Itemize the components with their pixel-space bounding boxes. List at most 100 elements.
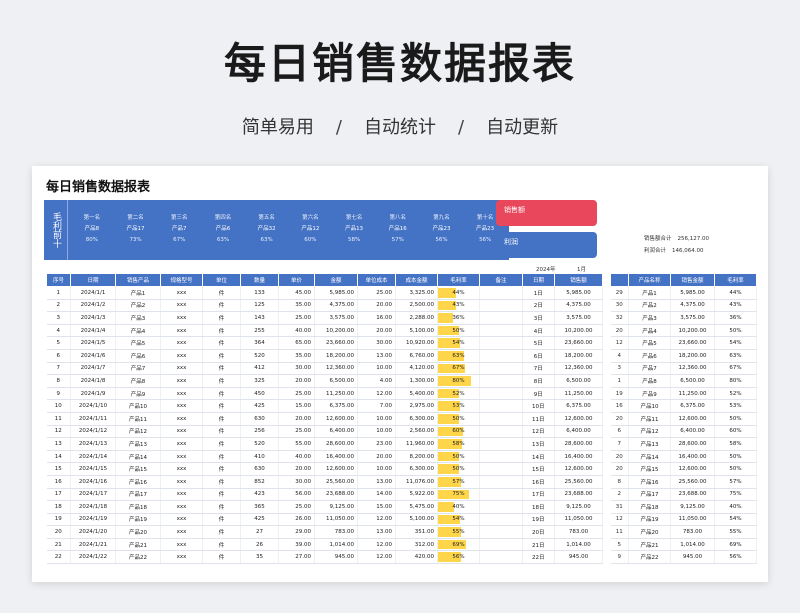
- table-row[interactable]: 16 产品10 6,375.00 53%: [610, 399, 757, 413]
- table-row[interactable]: 22 2024/1/22 产品22 xxx 件 35 27.00 945.00 12.00 420…: [46, 550, 523, 565]
- table-row[interactable]: 3 产品7 12,360.00 67%: [610, 362, 757, 376]
- table-row[interactable]: 6 2024/1/6 产品6 xxx 件 520 35.00 18,200.00 13.00 6,…: [46, 349, 523, 363]
- table-cell: 450: [240, 387, 279, 401]
- table-row[interactable]: 20 产品14 16,400.00 50%: [610, 450, 757, 464]
- table-row[interactable]: 11 2024/1/11 产品11 xxx 件 630 20.00 12,600.00 10.0…: [46, 412, 523, 426]
- table-cell: 6,375.00: [314, 399, 358, 413]
- table-row[interactable]: 12 产品5 23,660.00 54%: [610, 336, 757, 350]
- table-row[interactable]: 10 2024/1/10 产品10 xxx 件 425 15.00 6,375.00 7.00 2…: [46, 399, 523, 413]
- table-row[interactable]: 4 产品6 18,200.00 63%: [610, 349, 757, 363]
- table-cell: 25,560.00: [670, 475, 715, 489]
- table-row[interactable]: 20 产品15 12,600.00 50%: [610, 462, 757, 476]
- rank-product: 产品32: [257, 226, 276, 232]
- table-row[interactable]: 8 产品16 25,560.00 57%: [610, 475, 757, 489]
- table-row[interactable]: 14 2024/1/14 产品14 xxx 件 410 40.00 16,400.00 20.0…: [46, 450, 523, 464]
- table-cell: 4: [46, 324, 71, 338]
- table-row[interactable]: 16 2024/1/16 产品16 xxx 件 852 30.00 25,560.00 13.0…: [46, 475, 523, 489]
- table-cell: 23,688.00: [670, 488, 715, 502]
- table-cell: 20.00: [278, 412, 315, 426]
- margin-value: 54%: [452, 340, 465, 347]
- table-row[interactable]: 9 产品22 945.00 56%: [610, 550, 757, 565]
- table-row[interactable]: 1 2024/1/1 产品1 xxx 件 133 45.00 5,985.00 25.00 3,3…: [46, 286, 523, 300]
- table-row[interactable]: 15日 12,600.00: [522, 462, 603, 476]
- table-cell: xxx: [160, 349, 203, 363]
- margin-value: 54%: [452, 516, 465, 523]
- table-row[interactable]: 5 产品21 1,014.00 69%: [610, 538, 757, 552]
- table-row[interactable]: 6日 18,200.00: [522, 349, 603, 363]
- table-row[interactable]: 3 2024/1/3 产品3 xxx 件 143 25.00 3,575.00 16.00 2,2…: [46, 311, 523, 325]
- table-row[interactable]: 2日 4,375.00: [522, 299, 603, 313]
- table-row[interactable]: 8 2024/1/8 产品8 xxx 件 325 20.00 6,500.00 4.00 1,30…: [46, 374, 523, 388]
- table-cell: xxx: [160, 374, 203, 388]
- table-row[interactable]: 11 产品20 783.00 55%: [610, 525, 757, 539]
- table-row[interactable]: 13 2024/1/13 产品13 xxx 件 520 55.00 28,600.00 23.0…: [46, 437, 523, 451]
- table-row[interactable]: 12日 6,400.00: [522, 425, 603, 439]
- table-row[interactable]: 19 2024/1/19 产品19 xxx 件 425 26.00 11,050.00 12.0…: [46, 513, 523, 527]
- table-cell: 4,120.00: [395, 362, 438, 376]
- sales-card[interactable]: 销售额: [496, 200, 597, 226]
- rank-rate: 60%: [304, 237, 317, 243]
- table-row[interactable]: 19日 11,050.00: [522, 513, 603, 527]
- table-row[interactable]: 16日 25,560.00: [522, 475, 603, 489]
- table-row[interactable]: 22日 945.00: [522, 550, 603, 565]
- table-row[interactable]: 7 2024/1/7 产品7 xxx 件 412 30.00 12,360.00 10.00 4,…: [46, 362, 523, 376]
- table-row[interactable]: 9 2024/1/9 产品9 xxx 件 450 25.00 11,250.00 12.00 5,…: [46, 387, 523, 401]
- table-row[interactable]: 15 2024/1/15 产品15 xxx 件 630 20.00 12,600.00 10.0…: [46, 462, 523, 476]
- table-row[interactable]: 20 产品11 12,600.00 50%: [610, 412, 757, 426]
- table-row[interactable]: 1 产品8 6,500.00 80%: [610, 374, 757, 388]
- page-title: 每日销售数据报表: [223, 39, 576, 88]
- table-row[interactable]: 7日 12,360.00: [522, 362, 603, 376]
- table-row[interactable]: 11日 12,600.00: [522, 412, 603, 426]
- table-row[interactable]: 20 产品4 10,200.00 50%: [610, 324, 757, 338]
- table-row[interactable]: 1日 5,985.00: [522, 286, 603, 300]
- table-row[interactable]: 30 产品2 4,375.00 43%: [610, 299, 757, 313]
- table-cell: 133: [240, 286, 279, 300]
- table-row[interactable]: 2 2024/1/2 产品2 xxx 件 125 35.00 4,375.00 20.00 2,5…: [46, 299, 523, 313]
- table-row[interactable]: 17日 23,688.00: [522, 488, 603, 502]
- margin-value: 57%: [452, 478, 465, 485]
- table-row[interactable]: 14日 16,400.00: [522, 450, 603, 464]
- table-cell: 11,960.00: [395, 437, 438, 451]
- table-cell: 256: [240, 425, 279, 439]
- table-row[interactable]: 17 2024/1/17 产品17 xxx 件 423 56.00 23,688.00 14.0…: [46, 488, 523, 502]
- table-cell: 产品4: [115, 324, 161, 338]
- table-cell: 75%: [714, 488, 757, 502]
- table-cell: 26: [240, 538, 279, 552]
- table-row[interactable]: 20 2024/1/20 产品20 xxx 件 27 29.00 783.00 13.00 351…: [46, 525, 523, 539]
- table-row[interactable]: 12 2024/1/12 产品12 xxx 件 256 25.00 6,400.00 10.00…: [46, 425, 523, 439]
- table-row[interactable]: 29 产品1 5,985.00 44%: [610, 286, 757, 300]
- table-row[interactable]: 21日 1,014.00: [522, 538, 603, 552]
- table-row[interactable]: 5 2024/1/5 产品5 xxx 件 364 65.00 23,660.00 30.00 10…: [46, 336, 523, 350]
- rank-label: 第五名: [258, 215, 275, 221]
- table-row[interactable]: 31 产品18 9,125.00 40%: [610, 500, 757, 514]
- rank-product: 产品8: [84, 226, 100, 232]
- table-row[interactable]: 7 产品13 28,600.00 58%: [610, 437, 757, 451]
- table-cell: 件: [202, 362, 241, 376]
- table-cell: 2024/1/9: [70, 387, 116, 401]
- table-row[interactable]: 2 产品17 23,688.00 75%: [610, 488, 757, 502]
- table-cell: 50%: [714, 412, 757, 426]
- profit-card[interactable]: 利润: [496, 232, 597, 258]
- table-row[interactable]: 20日 783.00: [522, 525, 603, 539]
- table-row[interactable]: 4日 10,200.00: [522, 324, 603, 338]
- table-row[interactable]: 13日 28,600.00: [522, 437, 603, 451]
- totals-summary: 销售额合计 256,127.00 利润合计 146,064.00: [644, 233, 709, 257]
- table-row[interactable]: 18 2024/1/18 产品18 xxx 件 365 25.00 9,125.00 15.00…: [46, 500, 523, 514]
- table-row[interactable]: 9日 11,250.00: [522, 387, 603, 401]
- table-row[interactable]: 18日 9,125.00: [522, 500, 603, 514]
- table-row[interactable]: 6 产品12 6,400.00 60%: [610, 425, 757, 439]
- table-row[interactable]: 10日 6,375.00: [522, 399, 603, 413]
- table-row[interactable]: 12 产品19 11,050.00 54%: [610, 513, 757, 527]
- table-cell: 1,014.00: [670, 538, 715, 552]
- table-row[interactable]: 8日 6,500.00: [522, 374, 603, 388]
- table-row[interactable]: 21 2024/1/21 产品21 xxx 件 26 39.00 1,014.00 12.00 3…: [46, 538, 523, 552]
- table-row[interactable]: 3日 3,575.00: [522, 311, 603, 325]
- margin-value: 58%: [452, 440, 465, 447]
- table-row[interactable]: 32 产品3 3,575.00 36%: [610, 311, 757, 325]
- table-row[interactable]: 5日 23,660.00: [522, 336, 603, 350]
- table-row[interactable]: 19 产品9 11,250.00 52%: [610, 387, 757, 401]
- table-cell: 58%: [714, 437, 757, 451]
- table-row[interactable]: 4 2024/1/4 产品4 xxx 件 255 40.00 10,200.00 20.00 5,…: [46, 324, 523, 338]
- separator: /: [335, 117, 342, 138]
- table-cell: 1,014.00: [314, 538, 358, 552]
